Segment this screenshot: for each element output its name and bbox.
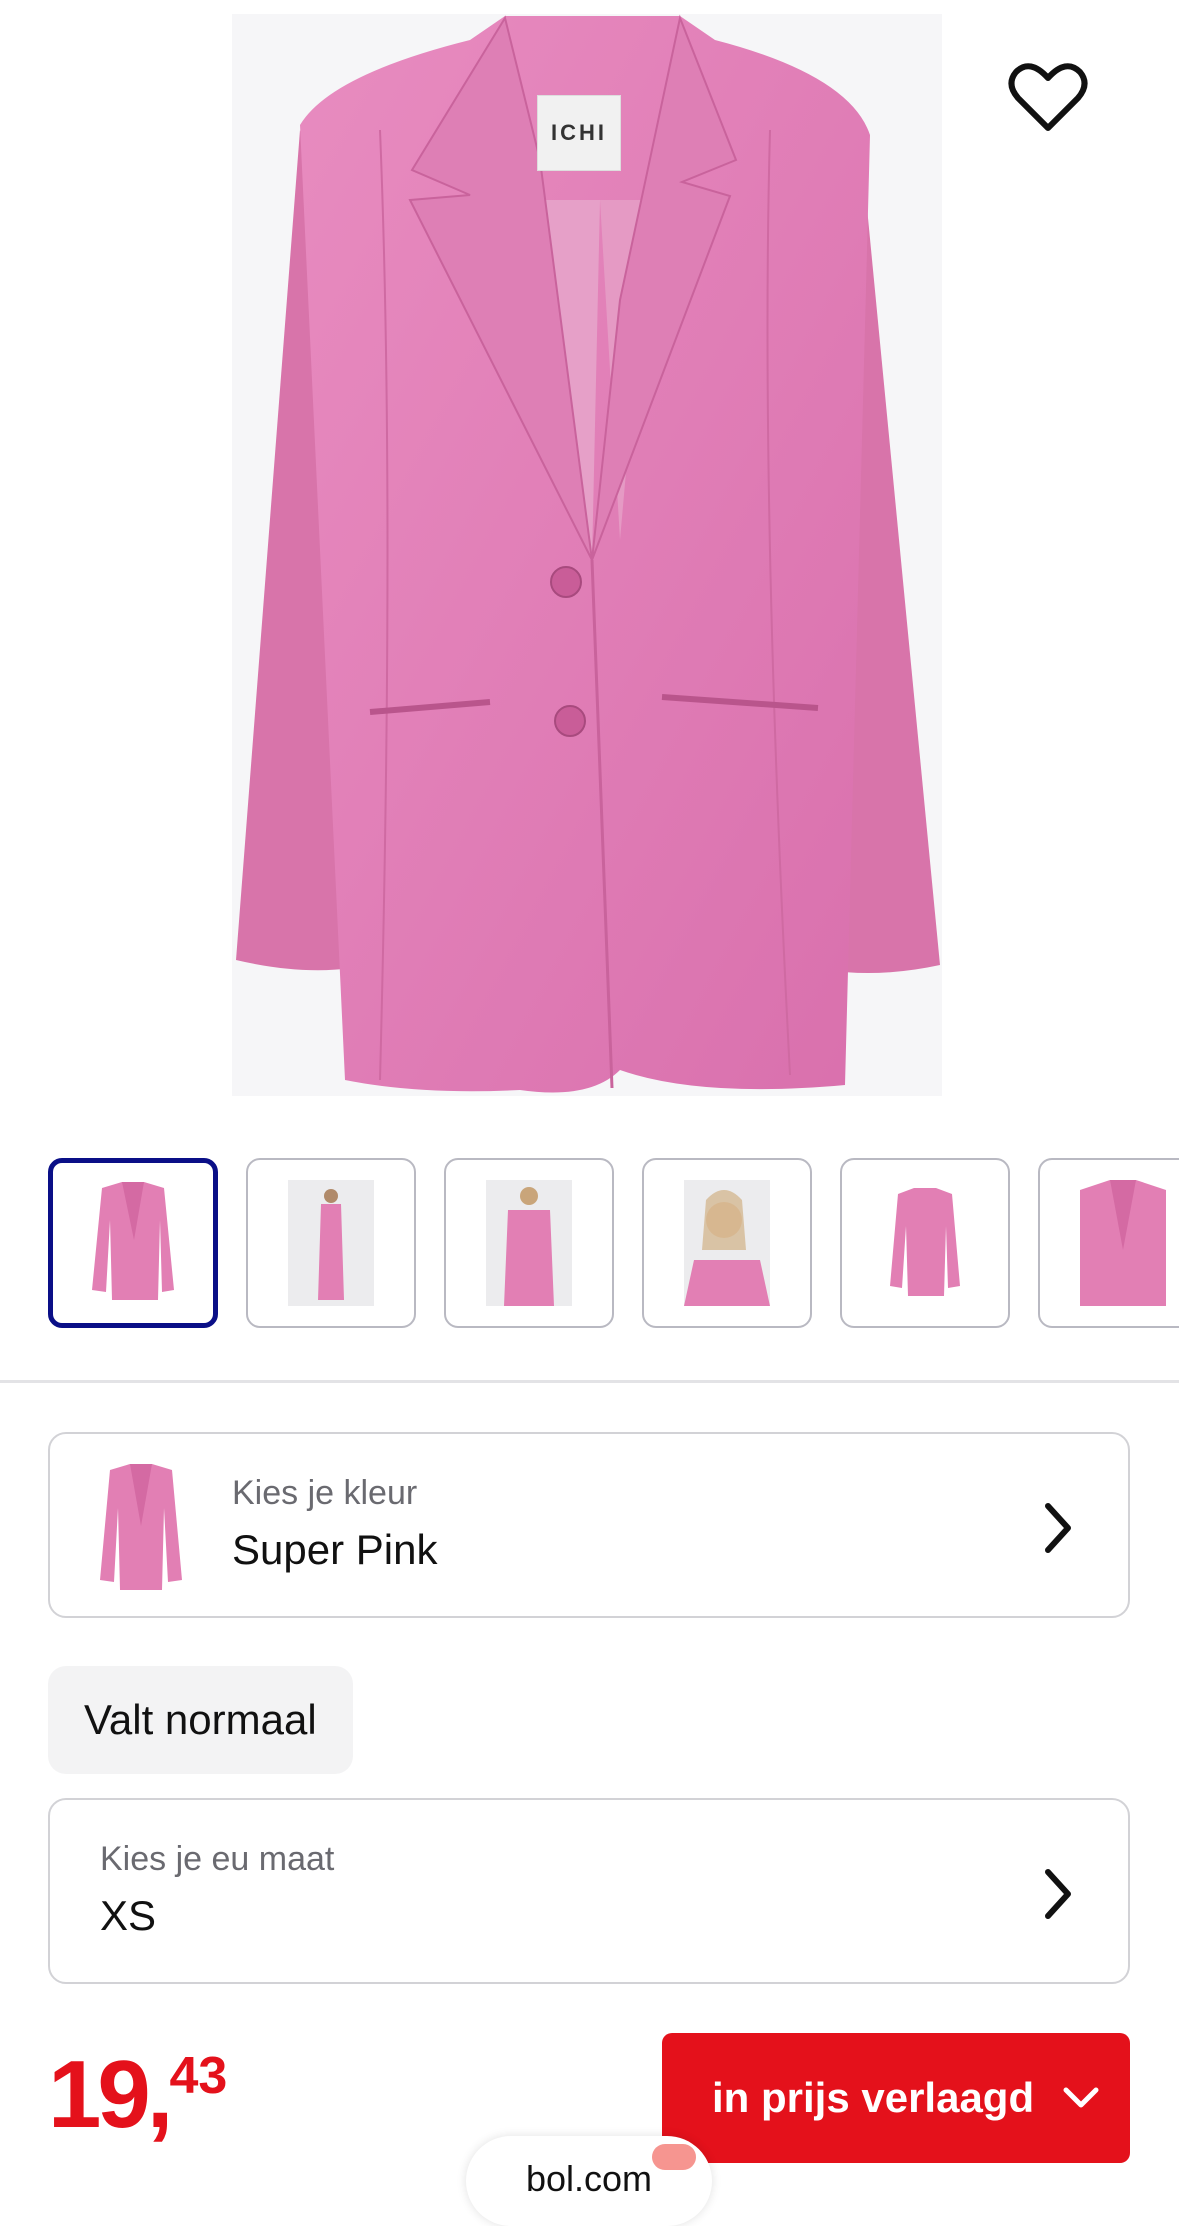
tab-indicator bbox=[652, 2144, 696, 2170]
price-euros: 19 bbox=[48, 2041, 151, 2148]
thumbnail-3[interactable] bbox=[444, 1158, 614, 1328]
thumbnail-6[interactable] bbox=[1038, 1158, 1179, 1328]
color-swatch-thumbnail bbox=[100, 1464, 182, 1590]
color-selector-value: Super Pink bbox=[232, 1526, 438, 1573]
thumbnail-4[interactable] bbox=[642, 1158, 812, 1328]
price-cents: 43 bbox=[169, 2047, 228, 2105]
model-portrait-thumbnail bbox=[684, 1180, 770, 1306]
thumbnail-2[interactable] bbox=[246, 1158, 416, 1328]
thumbnail-5[interactable] bbox=[840, 1158, 1010, 1328]
color-selector-label: Kies je kleur bbox=[232, 1474, 418, 1512]
section-divider bbox=[0, 1380, 1179, 1383]
size-selector-label: Kies je eu maat bbox=[100, 1840, 335, 1878]
chevron-right-icon bbox=[1045, 1869, 1071, 1919]
price: 19,43 bbox=[48, 2040, 227, 2150]
price-separator: , bbox=[146, 2041, 174, 2148]
model-full-thumbnail bbox=[288, 1180, 374, 1306]
size-selector-value: XS bbox=[100, 1892, 157, 1939]
blazer-crop-thumbnail-icon bbox=[1080, 1180, 1166, 1306]
fit-chip: Valt normaal bbox=[48, 1666, 353, 1774]
heart-outline-icon bbox=[1008, 63, 1088, 131]
price-reduced-button[interactable]: in prijs verlaagd bbox=[662, 2033, 1130, 2163]
thumbnail-strip[interactable] bbox=[0, 1158, 1179, 1334]
color-selector[interactable]: Kies je kleur Super Pink bbox=[48, 1432, 1130, 1618]
size-selector[interactable]: Kies je eu maat XS bbox=[48, 1798, 1130, 1984]
blazer-thumbnail-icon bbox=[92, 1182, 174, 1300]
thumbnail-1[interactable] bbox=[48, 1158, 218, 1328]
chevron-down-icon bbox=[1063, 2087, 1099, 2108]
model-back-thumbnail bbox=[486, 1180, 572, 1306]
favorite-button[interactable] bbox=[1008, 62, 1088, 134]
blazer-small-thumbnail-icon bbox=[890, 1188, 960, 1296]
product-image[interactable]: ICHI bbox=[0, 0, 1179, 1110]
brand-tag: ICHI bbox=[537, 95, 621, 171]
chevron-right-icon bbox=[1045, 1503, 1071, 1553]
browser-url-pill[interactable]: bol.com bbox=[466, 2136, 712, 2226]
url-text: bol.com bbox=[525, 2158, 653, 2199]
price-reduced-label: in prijs verlaagd bbox=[712, 2074, 1035, 2121]
